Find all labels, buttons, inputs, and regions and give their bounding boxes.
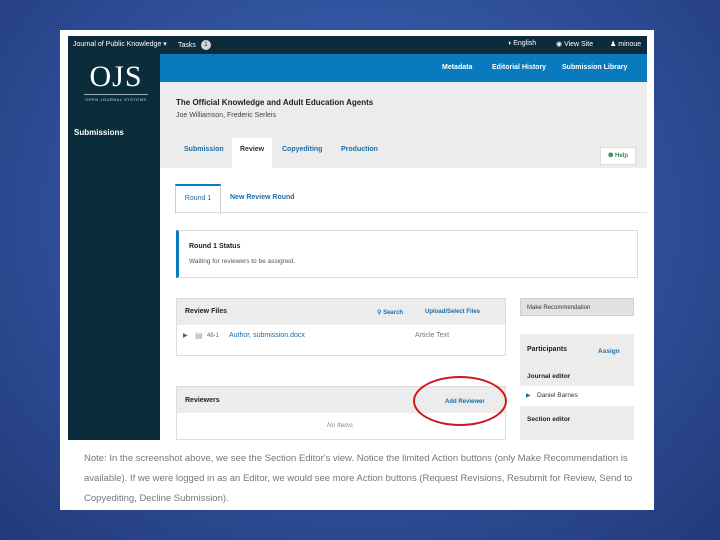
- journal-switcher[interactable]: Journal of Public Knowledge ▾: [73, 40, 167, 48]
- file-id: 48-1: [207, 333, 220, 339]
- reviewers-heading: Reviewers: [185, 397, 220, 404]
- top-navbar: Journal of Public Knowledge ▾ Tasks 1 ◑ …: [68, 36, 647, 54]
- user-name: minoue: [618, 41, 642, 48]
- journal-name: Journal of Public Knowledge: [73, 41, 162, 48]
- new-review-round-button[interactable]: New Review Round: [230, 194, 295, 201]
- tab-copyediting[interactable]: Copyediting: [282, 146, 322, 153]
- ojs-logo: OJS OPEN JOURNAL SYSTEMS: [84, 62, 148, 102]
- search-icon: ⚲: [377, 310, 382, 316]
- file-name-link[interactable]: Author, submission.docx: [229, 332, 305, 339]
- tab-round-1[interactable]: Round 1: [175, 184, 221, 214]
- eye-icon: ◉: [556, 41, 563, 48]
- upload-select-files-button[interactable]: Upload/Select Files: [425, 309, 480, 315]
- metadata-link[interactable]: Metadata: [442, 64, 472, 71]
- view-site-label: View Site: [564, 41, 594, 48]
- make-recommendation-button[interactable]: Make Recommendation: [520, 298, 634, 316]
- highlight-oval: [413, 376, 507, 426]
- tasks-label: Tasks: [178, 41, 196, 49]
- round-status-box: Round 1 Status Waiting for reviewers to …: [176, 230, 638, 278]
- participant-expander-icon[interactable]: ▶: [526, 392, 531, 399]
- tab-review[interactable]: Review: [240, 146, 264, 153]
- participants-panel: Participants Assign Journal editor ▶ Dan…: [520, 334, 634, 440]
- note-text: Note: In the screenshot above, we see th…: [84, 453, 633, 504]
- participant-name: Daniel Barnes: [537, 392, 578, 399]
- submission-library-link[interactable]: Submission Library: [562, 64, 627, 71]
- tab-submission[interactable]: Submission: [184, 146, 224, 153]
- search-label: Search: [383, 310, 404, 316]
- file-component: Article Text: [415, 332, 450, 339]
- language-button[interactable]: ◑ English: [507, 40, 536, 47]
- logo-text: OJS: [89, 60, 143, 93]
- journal-editor-heading: Journal editor: [527, 373, 571, 380]
- user-icon: ♟: [610, 41, 617, 48]
- list-item[interactable]: ▶ Daniel Barnes: [520, 386, 634, 406]
- help-label: Help: [615, 153, 629, 159]
- tasks-button[interactable]: Tasks 1: [178, 40, 211, 50]
- reviewers-empty-text: No Items: [327, 422, 354, 429]
- submission-header: Metadata Editorial History Submission Li…: [160, 54, 647, 82]
- tasks-count-badge: 1: [200, 40, 211, 50]
- sidebar-item-submissions[interactable]: Submissions: [74, 128, 124, 137]
- tab-production[interactable]: Production: [341, 146, 378, 153]
- round-status-text: Waiting for reviewers to be assigned.: [189, 258, 296, 265]
- participants-heading: Participants: [527, 346, 568, 353]
- search-files-button[interactable]: ⚲ Search: [377, 309, 403, 316]
- assign-participant-button[interactable]: Assign: [598, 348, 620, 355]
- slide-note: Note: In the screenshot above, we see th…: [68, 440, 647, 508]
- review-files-header: Review Files ⚲ Search Upload/Select File…: [177, 299, 505, 325]
- language-icon: ◑: [507, 40, 512, 47]
- round-status-heading: Round 1 Status: [189, 243, 241, 250]
- review-files-grid: Review Files ⚲ Search Upload/Select File…: [176, 298, 506, 356]
- view-site-link[interactable]: ◉ View Site: [556, 40, 593, 48]
- active-tab-bg: [232, 138, 272, 168]
- user-menu[interactable]: ♟ minoue: [610, 40, 641, 48]
- submission-authors: Joe Williamson, Frederic Serleis: [176, 112, 276, 119]
- submission-title: The Official Knowledge and Adult Educati…: [176, 98, 374, 107]
- editorial-history-link[interactable]: Editorial History: [492, 64, 546, 71]
- logo-subtext: OPEN JOURNAL SYSTEMS: [84, 94, 148, 102]
- table-row: ▶ ▤ 48-1 Author, submission.docx Article…: [177, 325, 505, 347]
- help-icon: ❶: [607, 153, 614, 159]
- row-expander-icon[interactable]: ▶: [183, 332, 188, 339]
- help-button[interactable]: ❶ Help: [600, 147, 636, 165]
- document-icon: ▤: [195, 331, 203, 340]
- review-files-heading: Review Files: [185, 308, 228, 315]
- language-label: English: [513, 40, 537, 47]
- rounds-divider: [175, 212, 647, 213]
- chevron-down-icon: ▾: [163, 41, 167, 48]
- sidebar: OJS OPEN JOURNAL SYSTEMS Submissions: [68, 54, 160, 440]
- section-editor-heading: Section editor: [527, 416, 571, 423]
- slide-card: Journal of Public Knowledge ▾ Tasks 1 ◑ …: [60, 30, 654, 510]
